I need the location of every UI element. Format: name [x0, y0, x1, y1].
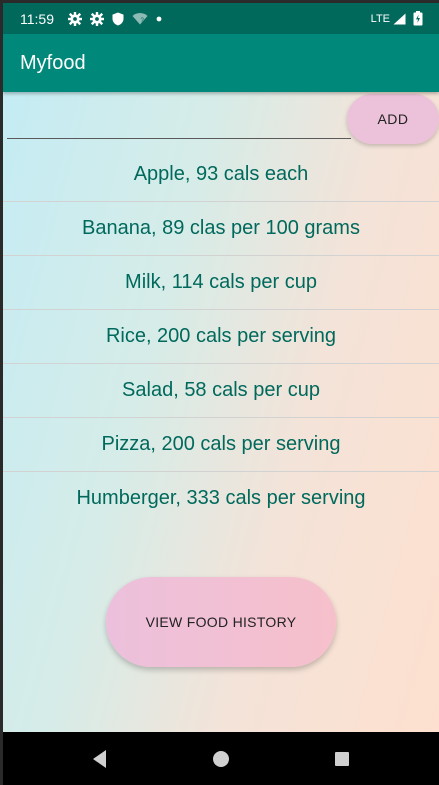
navigation-bar: [3, 732, 439, 785]
dot-icon: [156, 16, 162, 21]
main-content: ADD Apple, 93 cals each Banana, 89 clas …: [3, 92, 439, 732]
list-item[interactable]: Apple, 93 cals each: [3, 148, 439, 202]
back-icon[interactable]: [89, 748, 111, 770]
home-icon[interactable]: [210, 748, 232, 770]
shield-icon: [112, 12, 124, 25]
phone-screen: 11:59 ? LTE Myfood ADD Apple, 93 cals ea…: [3, 3, 439, 785]
food-input[interactable]: [7, 110, 351, 139]
network-type: LTE: [370, 12, 390, 25]
list-item[interactable]: Pizza, 200 cals per serving: [3, 418, 439, 472]
app-bar: Myfood: [3, 34, 439, 92]
list-item[interactable]: Milk, 114 cals per cup: [3, 256, 439, 310]
battery-icon: [413, 11, 423, 26]
list-item[interactable]: Salad, 58 cals per cup: [3, 364, 439, 418]
food-list[interactable]: Apple, 93 cals each Banana, 89 clas per …: [3, 148, 439, 510]
view-food-history-button[interactable]: VIEW FOOD HISTORY: [106, 577, 336, 667]
gear-icon: [68, 11, 82, 26]
list-item[interactable]: Humberger, 333 cals per serving: [3, 472, 439, 510]
add-button[interactable]: ADD: [347, 94, 439, 144]
list-item[interactable]: Banana, 89 clas per 100 grams: [3, 202, 439, 256]
status-time: 11:59: [20, 10, 54, 27]
notification-icons: ?: [68, 11, 162, 26]
recents-icon[interactable]: [331, 748, 353, 770]
wifi-icon: ?: [132, 13, 148, 25]
signal-icon: [393, 13, 406, 24]
gear-icon: [90, 11, 104, 26]
status-right: LTE: [371, 3, 423, 34]
status-bar: 11:59 ? LTE: [3, 3, 439, 34]
list-item[interactable]: Rice, 200 cals per serving: [3, 310, 439, 364]
app-title: Myfood: [20, 51, 86, 74]
